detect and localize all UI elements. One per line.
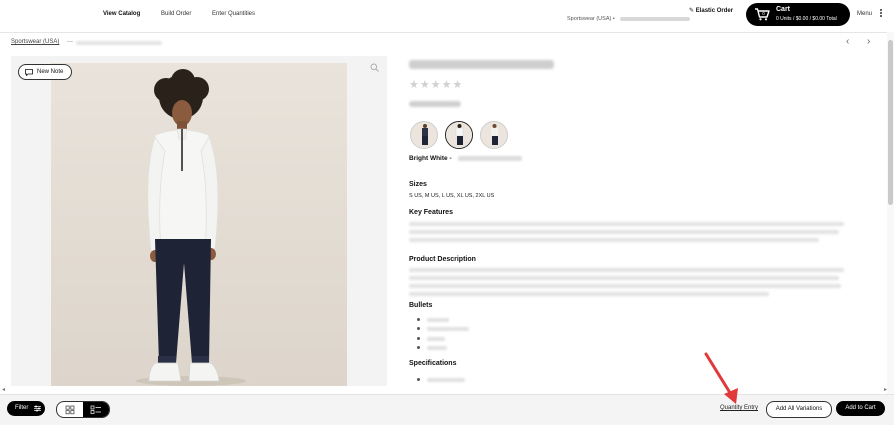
color-swatch-3[interactable] [480, 121, 508, 149]
sizes-heading: Sizes [409, 181, 427, 188]
swatch-thumbnail-icon [411, 122, 437, 148]
key-features-heading: Key Features [409, 209, 453, 216]
previous-product-icon[interactable]: ‹ [846, 36, 849, 47]
store-selector[interactable]: Sportswear (USA) • [567, 16, 691, 22]
nav-enter-quantities[interactable]: Enter Quantities [212, 11, 255, 17]
add-to-cart-button[interactable]: Add to Cart [836, 401, 885, 416]
bullet-text-redacted [427, 346, 447, 350]
vertical-scrollbar-thumb[interactable] [888, 40, 893, 205]
grid-view-icon [65, 405, 75, 415]
grid-view-button[interactable] [57, 402, 83, 417]
key-features-text-redacted [409, 222, 844, 226]
bullet-text-redacted [427, 337, 445, 341]
store-label: Sportswear (USA) • [567, 16, 615, 22]
zoom-icon[interactable] [370, 63, 379, 72]
swatch-thumbnail-icon [446, 122, 472, 148]
note-icon [25, 68, 33, 76]
cart-title: Cart [776, 6, 791, 13]
model-figure [51, 63, 347, 386]
add-all-variations-button[interactable]: Add All Variations [766, 401, 832, 418]
product-photo[interactable] [51, 63, 347, 386]
sliders-icon [34, 405, 41, 412]
key-features-text-redacted [409, 230, 839, 234]
list-bullet [417, 318, 420, 321]
view-toggle [56, 401, 110, 418]
cart-icon: 0 [755, 8, 770, 21]
sizes-value: S US, M US, L US, XL US, 2XL US [409, 193, 495, 199]
cart-count: 0 [762, 11, 765, 16]
scroll-left-icon[interactable]: ◂ [2, 386, 5, 393]
list-bullet [417, 327, 420, 330]
selected-color-name: Bright White - [409, 155, 452, 162]
elastic-order-label: Elastic Order [695, 8, 734, 14]
nav-view-catalog[interactable]: View Catalog [103, 11, 140, 17]
list-view-button[interactable] [83, 402, 109, 417]
elastic-order-link[interactable]: ✎ Elastic Order [689, 7, 733, 14]
store-account-redacted [620, 16, 691, 21]
bullet-text-redacted [427, 327, 469, 331]
bullets-heading: Bullets [409, 302, 433, 309]
product-description-heading: Product Description [409, 256, 476, 263]
description-text-redacted [409, 268, 844, 272]
description-text-redacted [409, 276, 839, 280]
new-note-button[interactable]: New Note [18, 64, 73, 80]
color-swatch-1[interactable] [410, 121, 438, 149]
breadcrumb-current-redacted [76, 41, 162, 45]
annotation-arrow-icon [704, 352, 738, 404]
list-view-icon [90, 405, 101, 414]
price-redacted [409, 101, 461, 107]
color-swatch-2-selected[interactable] [445, 121, 473, 149]
breadcrumb-root[interactable]: Sportswear (USA) [11, 39, 59, 45]
rating-stars-icon: ★★★★★ [409, 79, 464, 91]
nav-build-order[interactable]: Build Order [161, 11, 191, 17]
color-code-redacted [458, 156, 522, 161]
product-title-redacted [409, 60, 554, 69]
breadcrumb-separator: — [67, 39, 73, 45]
bottom-action-bar [0, 394, 894, 425]
swatch-thumbnail-icon [481, 122, 507, 148]
menu-button[interactable]: Menu [857, 11, 872, 17]
list-bullet [417, 337, 420, 340]
new-note-label: New Note [37, 69, 64, 75]
pencil-icon: ✎ [689, 8, 695, 14]
list-bullet [417, 346, 420, 349]
description-text-redacted [409, 292, 769, 296]
spec-text-redacted [427, 378, 465, 382]
cart-summary: 0 Units / $0.00 / $0.00 Total [776, 16, 837, 22]
filter-label: Filter [15, 405, 29, 411]
list-bullet [417, 378, 420, 381]
next-product-icon[interactable]: › [867, 36, 870, 47]
kebab-menu-icon[interactable] [880, 9, 882, 19]
specifications-heading: Specifications [409, 360, 457, 367]
key-features-text-redacted [409, 238, 819, 242]
header-divider [0, 32, 894, 33]
description-text-redacted [409, 284, 841, 288]
bullet-text-redacted [427, 318, 449, 322]
cart-button[interactable]: 0 Cart 0 Units / $0.00 / $0.00 Total [746, 3, 850, 26]
filter-button[interactable]: Filter [7, 401, 45, 416]
scroll-right-icon[interactable]: ▸ [884, 386, 887, 393]
